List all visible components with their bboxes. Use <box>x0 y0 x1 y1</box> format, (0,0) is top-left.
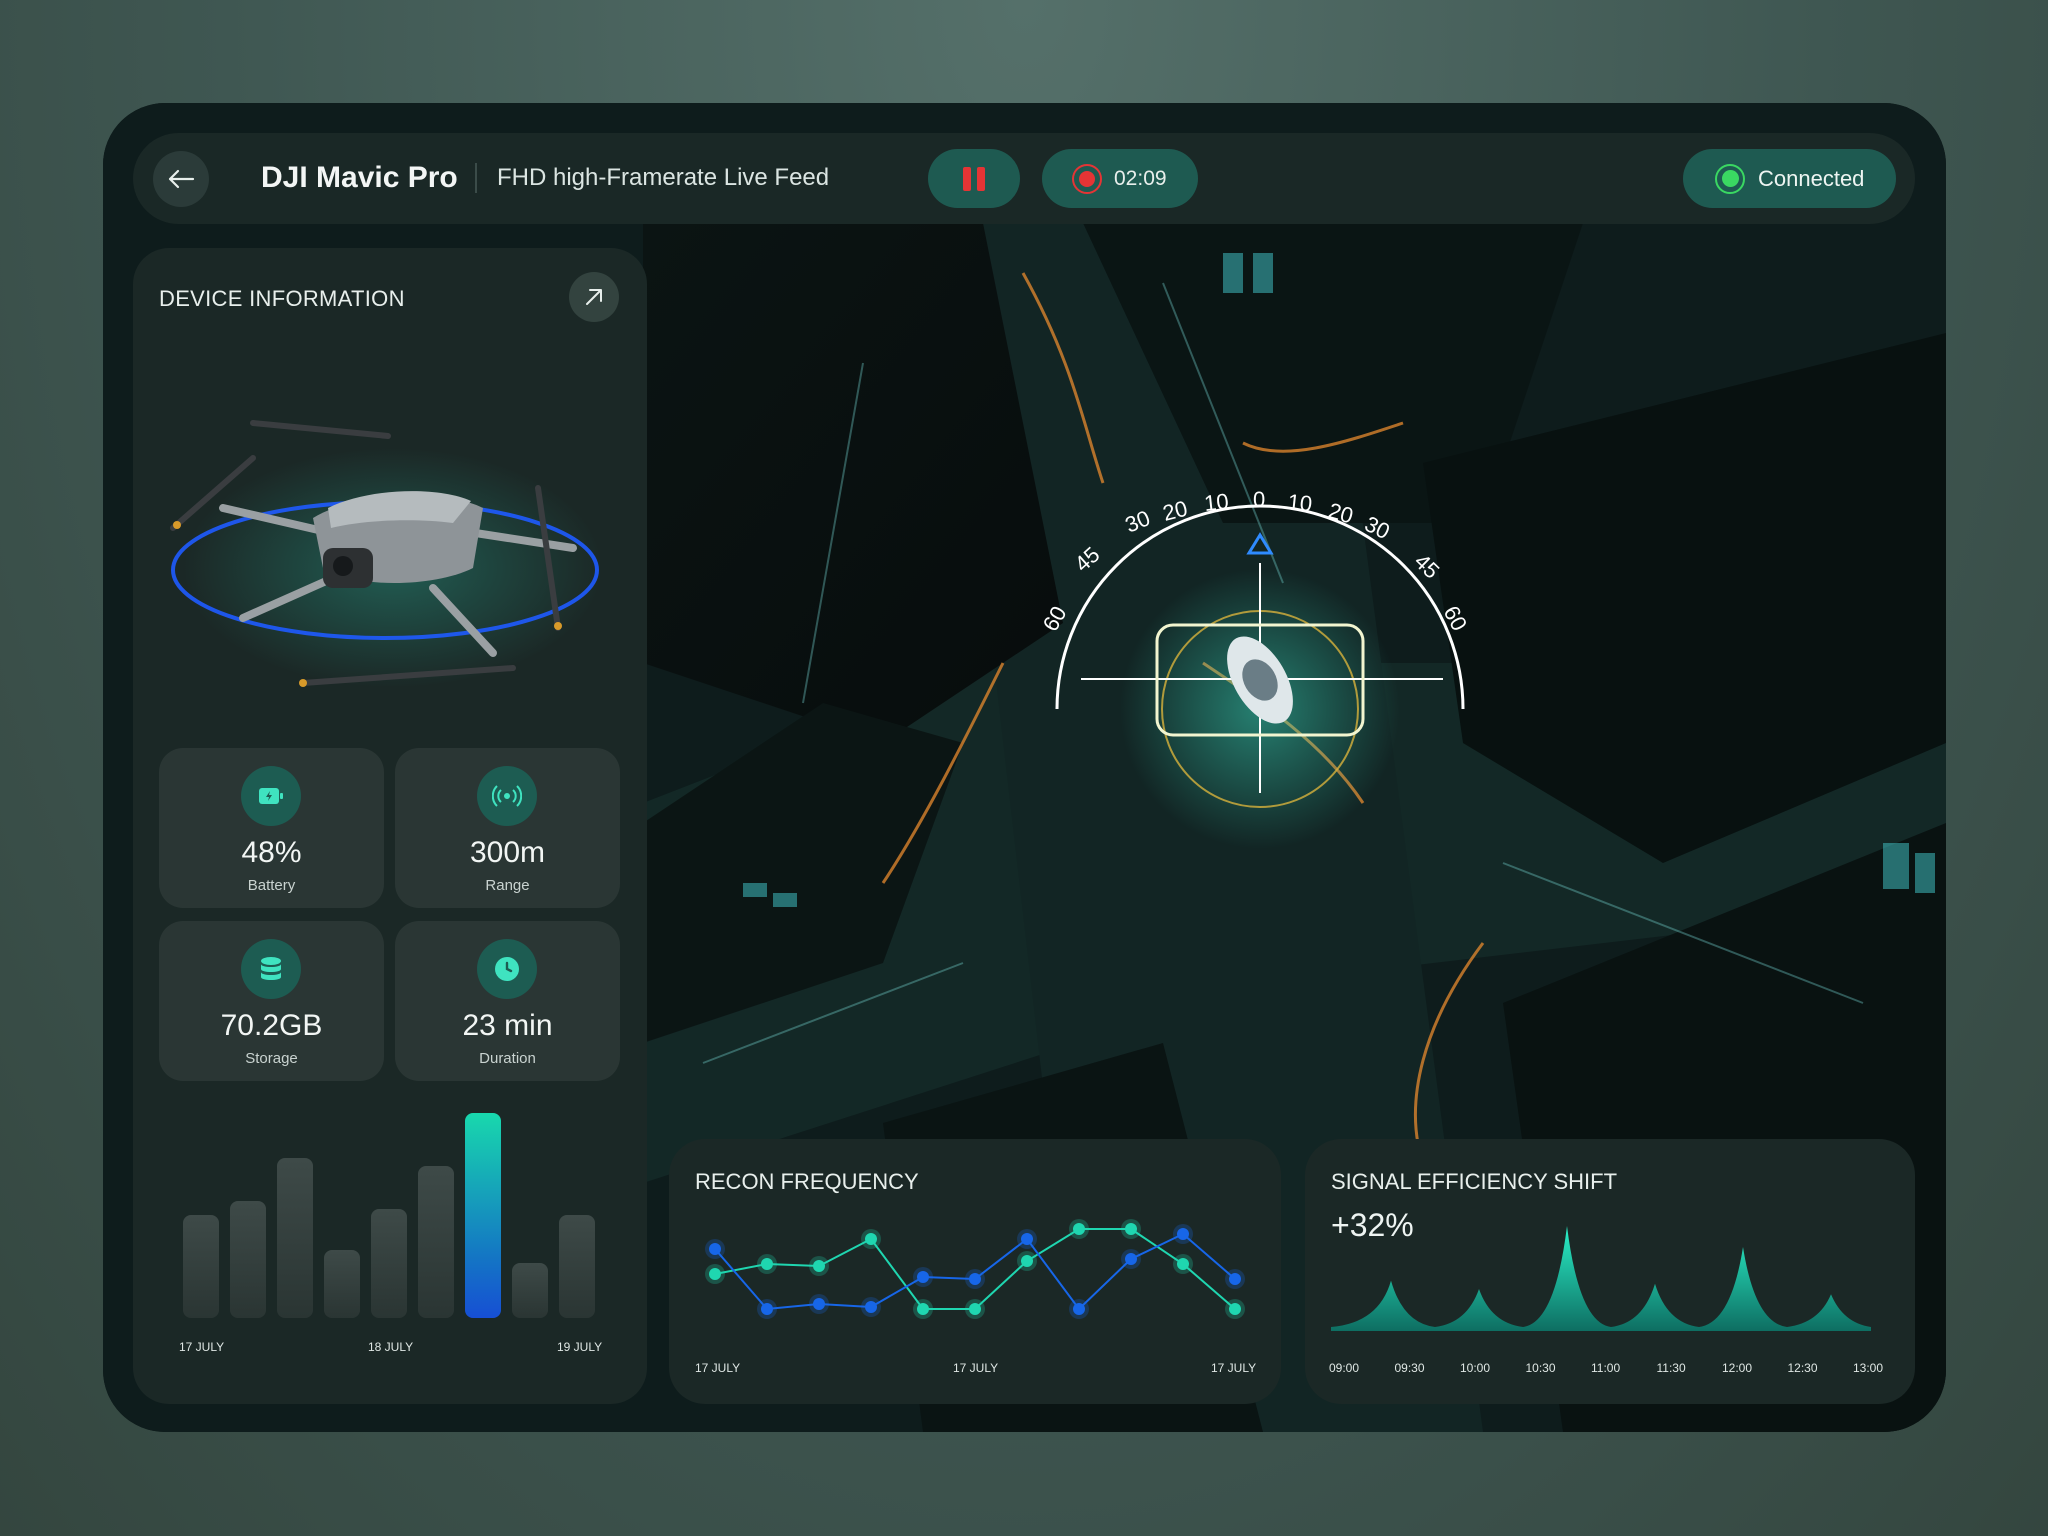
data-point <box>865 1233 877 1245</box>
battery-icon <box>259 788 283 804</box>
status-dot-icon <box>1715 163 1745 194</box>
panel-title: SIGNAL EFFICIENCY SHIFT <box>1331 1169 1618 1194</box>
chart-bar[interactable] <box>183 1215 219 1318</box>
signal-area <box>1331 1226 1871 1331</box>
storage-value: 70.2GB <box>220 1009 323 1042</box>
data-point <box>1177 1258 1189 1270</box>
data-point <box>969 1273 981 1285</box>
storage-card: 70.2GB Storage <box>159 921 384 1081</box>
data-point <box>917 1271 929 1283</box>
connection-status-button[interactable]: Connected <box>1683 149 1896 208</box>
data-point <box>1229 1273 1241 1285</box>
app-window: 60 45 30 20 10 0 10 20 30 45 60 DJI Mavi… <box>103 103 1946 1432</box>
data-point <box>1125 1253 1137 1265</box>
data-point <box>709 1268 721 1280</box>
x-axis-label: 12:30 <box>1787 1361 1818 1375</box>
recording-timer: 02:09 <box>1114 166 1167 190</box>
x-axis-label: 10:30 <box>1525 1361 1556 1375</box>
duration-label: Duration <box>479 1050 536 1067</box>
chart-bar[interactable] <box>465 1113 501 1318</box>
x-axis-label: 09:30 <box>1394 1361 1425 1375</box>
x-axis-label: 12:00 <box>1722 1361 1753 1375</box>
duration-card: 23 min Duration <box>395 921 620 1081</box>
data-point <box>1125 1223 1137 1235</box>
chart-bar[interactable] <box>418 1166 454 1318</box>
hud-tick-label: 10 <box>1203 489 1230 516</box>
x-axis-label: 09:00 <box>1329 1361 1360 1375</box>
data-point <box>813 1298 825 1310</box>
recon-frequency-panel: RECON FREQUENCY 17 JULY 17 JULY 17 JULY <box>669 1139 1281 1404</box>
chart-bar[interactable] <box>230 1201 266 1318</box>
arrow-up-right-icon <box>586 289 602 305</box>
divider <box>475 163 477 193</box>
x-axis-label: 17 JULY <box>1211 1361 1257 1375</box>
clock-icon <box>495 957 519 981</box>
device-information-panel: DEVICE INFORMATION 48% Battery 300m Rang… <box>133 248 647 1404</box>
storage-label: Storage <box>245 1050 298 1067</box>
data-point <box>1229 1303 1241 1315</box>
data-point <box>1073 1223 1085 1235</box>
chart-bar[interactable] <box>559 1215 595 1318</box>
x-axis-label: 11:00 <box>1591 1361 1621 1375</box>
chart-bar[interactable] <box>277 1158 313 1318</box>
device-title: DJI Mavic Pro <box>261 161 458 194</box>
data-point <box>917 1303 929 1315</box>
data-point <box>813 1260 825 1272</box>
x-axis-label: 10:00 <box>1460 1361 1491 1375</box>
feed-subtitle: FHD high-Framerate Live Feed <box>497 164 830 191</box>
database-icon <box>261 957 281 980</box>
x-axis-label: 17 JULY <box>953 1361 999 1375</box>
connection-status-label: Connected <box>1758 165 1865 191</box>
activity-bar-chart: 17 JULY 18 JULY 19 JULY <box>133 1113 647 1378</box>
record-button[interactable]: 02:09 <box>1042 149 1198 208</box>
signal-area-chart <box>1331 1226 1871 1331</box>
hud-tick-label: 0 <box>1253 487 1265 512</box>
x-axis-label: 13:00 <box>1853 1361 1884 1375</box>
hud-tick-label: 10 <box>1286 489 1313 516</box>
data-point <box>1073 1303 1085 1315</box>
panel-title: RECON FREQUENCY <box>695 1169 919 1194</box>
range-label: Range <box>485 877 530 894</box>
data-point <box>1177 1228 1189 1240</box>
pause-button[interactable] <box>928 149 1020 208</box>
chart-bar[interactable] <box>371 1209 407 1318</box>
drone-image <box>170 420 603 688</box>
chart-bar[interactable] <box>512 1263 548 1318</box>
battery-label: Battery <box>247 877 296 894</box>
duration-value: 23 min <box>462 1009 553 1042</box>
bar-chart-tick-label: 19 JULY <box>557 1340 603 1354</box>
signal-efficiency-panel: SIGNAL EFFICIENCY SHIFT +32% 09:00 09:30 1… <box>1305 1139 1915 1404</box>
data-point <box>761 1303 773 1315</box>
data-point <box>761 1258 773 1270</box>
x-axis-label: 17 JULY <box>695 1361 741 1375</box>
chart-bar[interactable] <box>324 1250 360 1318</box>
battery-value: 48% <box>241 836 302 869</box>
back-button[interactable] <box>153 151 209 207</box>
recon-line-chart <box>705 1219 1245 1319</box>
range-card: 300m Range <box>395 748 620 908</box>
data-point <box>865 1301 877 1313</box>
bar-chart-tick-label: 18 JULY <box>368 1340 414 1354</box>
top-bar: DJI Mavic Pro FHD high-Framerate Live Fe… <box>133 133 1915 224</box>
data-point <box>1021 1255 1033 1267</box>
pause-icon <box>963 166 971 191</box>
data-point <box>969 1303 981 1315</box>
range-value: 300m <box>469 836 546 869</box>
bar-chart-tick-label: 17 JULY <box>179 1340 225 1354</box>
data-point <box>1021 1233 1033 1245</box>
expand-button[interactable] <box>569 272 619 322</box>
record-icon <box>1072 163 1102 194</box>
signal-icon <box>492 785 522 807</box>
battery-card: 48% Battery <box>159 748 384 908</box>
x-axis-label: 11:30 <box>1656 1361 1686 1375</box>
data-point <box>709 1243 721 1255</box>
panel-title: DEVICE INFORMATION <box>159 286 405 311</box>
arrow-left-icon <box>168 169 195 189</box>
